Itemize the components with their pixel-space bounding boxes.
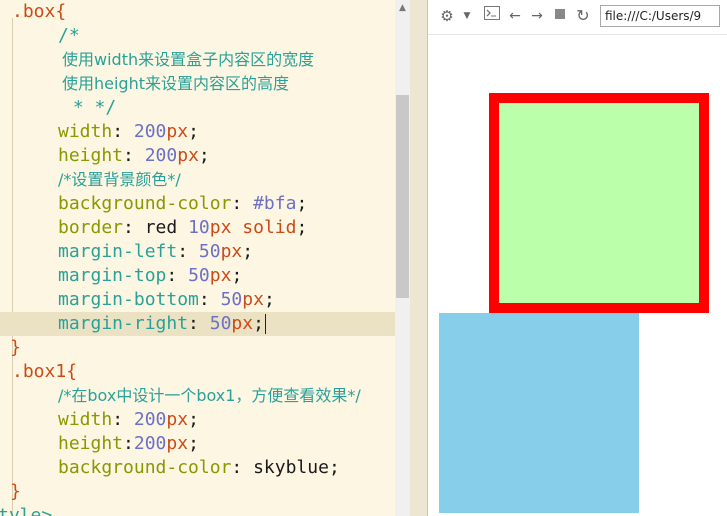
brace-open: { (66, 361, 78, 382)
comment-close: * */ (62, 97, 117, 118)
code-editor[interactable]: .box{ /* 使用width来设置盒子内容区的宽度 使用height来设置内… (0, 0, 410, 516)
console-icon[interactable] (483, 6, 501, 26)
dropdown-arrow-icon[interactable]: ▼ (461, 6, 473, 26)
comment-bg: /*设置背景颜色*/ (58, 170, 181, 189)
value-number: 50 (188, 265, 210, 286)
selector-box1: .box1 (12, 361, 67, 382)
code-line-4[interactable]: 使用height来设置内容区的高度 (0, 72, 289, 96)
code-line-8[interactable]: /*设置背景颜色*/ (0, 168, 181, 192)
code-line-7[interactable]: height: 200px; (0, 144, 210, 168)
forward-arrow-icon[interactable]: → (528, 6, 546, 26)
code-line-9[interactable]: background-color: #bfa; (0, 192, 307, 216)
value-border-style: solid (242, 217, 297, 238)
code-line-18[interactable]: width: 200px; (0, 408, 199, 432)
back-arrow-icon[interactable]: ← (506, 6, 524, 26)
brace-open: { (55, 1, 67, 22)
comment-box1: /*在box中设计一个box1，方便查看效果*/ (58, 386, 361, 405)
prop-width: width (58, 121, 113, 142)
prop-margin-right: margin-right (58, 313, 189, 334)
value-unit: px (209, 265, 232, 286)
prop-margin-top: margin-top (58, 265, 167, 286)
comment-open: /* (58, 25, 80, 46)
code-line-22[interactable]: tyle> (0, 504, 52, 516)
code-line-12[interactable]: margin-top: 50px; (0, 264, 242, 288)
value-number: 50 (220, 289, 243, 310)
prop-margin-bottom: margin-bottom (58, 289, 199, 310)
code-line-14-active[interactable]: margin-right: 50px; (0, 312, 395, 336)
text-caret (264, 314, 266, 334)
value-color: #bfa (253, 193, 297, 214)
value-number: 200 (133, 433, 167, 454)
prop-width: width (58, 409, 113, 430)
value-border-width: 10 (188, 217, 210, 238)
code-line-6[interactable]: width: 200px; (0, 120, 199, 144)
rendered-box1 (439, 313, 639, 513)
selector-box: .box (12, 1, 56, 22)
code-line-1[interactable]: .box{ (12, 0, 66, 24)
code-line-16[interactable]: .box1{ (12, 360, 77, 384)
code-line-3[interactable]: 使用width来设置盒子内容区的宽度 (0, 48, 314, 72)
refresh-icon[interactable]: ↻ (574, 6, 592, 26)
prop-margin-left: margin-left (58, 241, 178, 262)
prop-border: border (58, 217, 124, 238)
code-line-2[interactable]: /* (0, 24, 80, 48)
prop-background-color: background-color (58, 193, 232, 214)
value-number: 200 (133, 121, 167, 142)
pane-splitter[interactable] (410, 0, 428, 516)
browser-preview: ⚙ ▼ ← → ↻ file:///C:/Users/9 (428, 0, 727, 516)
value-number: 50 (209, 313, 232, 334)
value-border-color: red (144, 217, 178, 238)
comment-height: 使用height来设置内容区的高度 (62, 74, 290, 93)
value-number: 200 (144, 145, 178, 166)
scrollbar-thumb[interactable] (396, 95, 409, 298)
value-unit: px (220, 241, 243, 262)
code-line-11[interactable]: margin-left: 50px; (0, 240, 253, 264)
brace-close: } (10, 481, 21, 502)
tag-partial: tyle> (0, 505, 53, 516)
value-number: 50 (198, 241, 221, 262)
code-line-19[interactable]: height:200px; (0, 432, 199, 456)
comment-width: 使用width来设置盒子内容区的宽度 (62, 50, 315, 69)
prop-height: height (58, 433, 124, 454)
value-unit: px (166, 433, 189, 454)
prop-background-color: background-color (58, 457, 232, 478)
value-number: 200 (133, 409, 167, 430)
rendered-box (489, 93, 709, 313)
value-unit: px (209, 217, 232, 238)
value-color: skyblue (253, 457, 329, 478)
code-line-5[interactable]: * */ (0, 96, 116, 120)
scroll-up-arrow-icon[interactable]: ▲ (397, 2, 408, 14)
brace-close: } (10, 337, 21, 358)
code-line-21[interactable]: } (10, 480, 21, 504)
code-line-20[interactable]: background-color: skyblue; (0, 456, 340, 480)
value-unit: px (177, 145, 199, 166)
preview-toolbar: ⚙ ▼ ← → ↻ file:///C:/Users/9 (428, 0, 727, 35)
value-unit: px (242, 289, 264, 310)
stop-icon[interactable] (551, 6, 569, 26)
address-bar[interactable]: file:///C:/Users/9 (600, 5, 720, 27)
code-line-17[interactable]: /*在box中设计一个box1，方便查看效果*/ (0, 384, 361, 408)
value-unit: px (166, 121, 189, 142)
code-line-15[interactable]: } (10, 336, 21, 360)
value-unit: px (231, 313, 254, 334)
code-line-10[interactable]: border: red 10px solid; (0, 216, 307, 240)
prop-height: height (58, 145, 124, 166)
value-unit: px (166, 409, 189, 430)
gear-icon[interactable]: ⚙ (438, 6, 456, 26)
editor-scrollbar[interactable]: ▲ (395, 0, 410, 516)
code-line-13[interactable]: margin-bottom: 50px; (0, 288, 275, 312)
